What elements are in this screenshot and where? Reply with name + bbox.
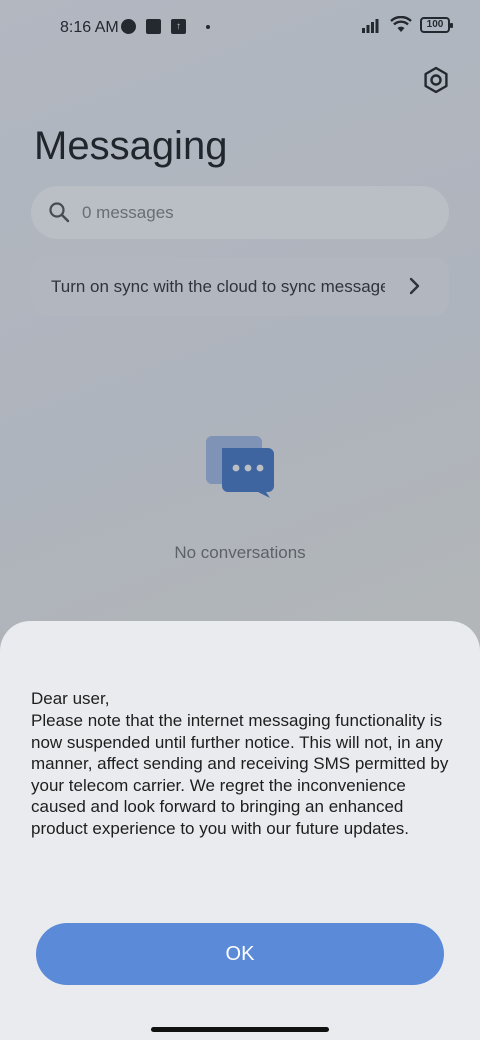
dialog-message: Please note that the internet messaging … [31,711,449,838]
dialog-greeting: Dear user, [31,689,110,708]
ok-button[interactable]: OK [36,923,444,985]
home-indicator[interactable] [151,1027,329,1032]
